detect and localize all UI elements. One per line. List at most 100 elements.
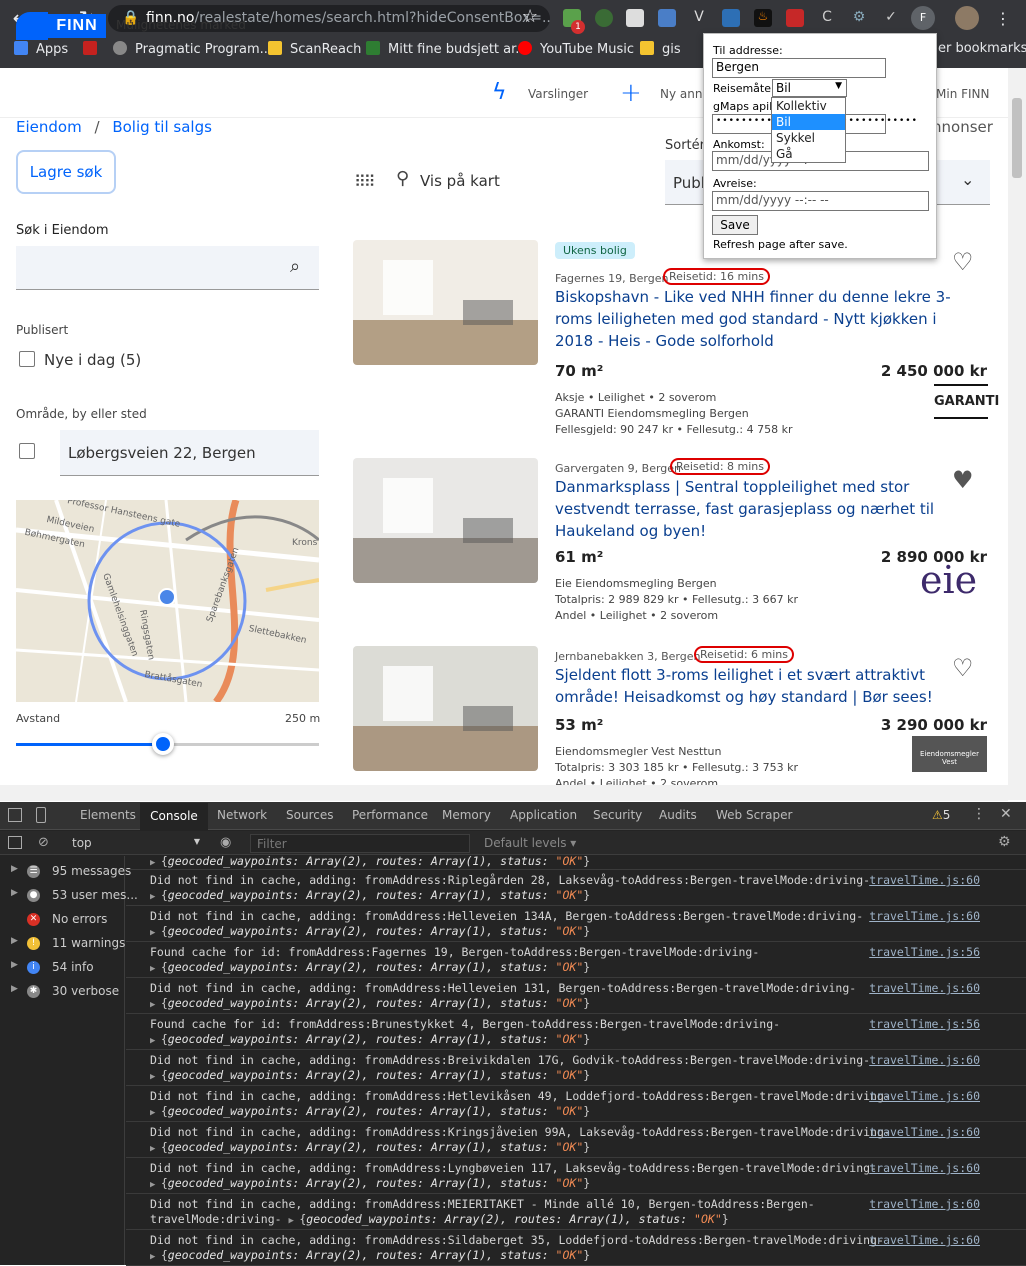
- more-icon[interactable]: ⋮: [972, 806, 986, 822]
- save-button[interactable]: Save: [712, 215, 758, 235]
- bookmark-apps[interactable]: Apps: [14, 41, 68, 57]
- finn-logo[interactable]: FINN: [48, 14, 106, 38]
- log-source-link[interactable]: travelTime.js:60: [869, 909, 980, 924]
- bookmark-item[interactable]: ScanReach: [268, 41, 361, 57]
- finn-logo-mark[interactable]: [16, 12, 48, 40]
- inspect-icon[interactable]: [8, 808, 22, 822]
- breadcrumb-eiendom[interactable]: Eiendom: [16, 118, 82, 136]
- area-checkbox[interactable]: [19, 443, 35, 459]
- menu-icon[interactable]: ⋮: [990, 9, 1016, 28]
- ad-title[interactable]: Biskopshavn - Like ved NHH finner du den…: [555, 286, 975, 352]
- clear-console-icon[interactable]: ⊘: [38, 835, 49, 850]
- flame-extension-icon[interactable]: ♨: [754, 9, 772, 27]
- tab-performance[interactable]: Performance: [352, 808, 428, 822]
- search-input[interactable]: ⌕: [16, 246, 319, 290]
- css-extension-icon[interactable]: [626, 9, 644, 27]
- log-object[interactable]: ▶ {geocoded_waypoints: Array(2), routes:…: [150, 1032, 590, 1046]
- log-object[interactable]: ▶ {geocoded_waypoints: Array(2), routes:…: [150, 888, 590, 902]
- log-object[interactable]: ▶ {geocoded_waypoints: Array(2), routes:…: [150, 1248, 590, 1262]
- star-icon[interactable]: ☆: [522, 6, 538, 27]
- my-finn-link[interactable]: Min FINN: [936, 87, 990, 101]
- sidebar-filter-item[interactable]: ▶ ● 53 user mes...: [0, 884, 138, 908]
- tab-network[interactable]: Network: [217, 808, 267, 822]
- save-search-button[interactable]: Lagre søk: [16, 150, 116, 194]
- page-scrollbar[interactable]: [1008, 68, 1026, 800]
- ad-title[interactable]: Danmarksplass | Sentral toppleilighet me…: [555, 476, 975, 542]
- log-object[interactable]: ▶ {geocoded_waypoints: Array(2), routes:…: [289, 1212, 729, 1226]
- v-extension-icon[interactable]: V: [690, 9, 708, 27]
- sidebar-toggle-icon[interactable]: [8, 836, 22, 849]
- sidebar-filter-item[interactable]: ▶ i 54 info: [0, 956, 125, 980]
- warning-counter[interactable]: ⚠5: [932, 808, 950, 822]
- log-object[interactable]: ▶ {geocoded_waypoints: Array(2), routes:…: [150, 1140, 590, 1154]
- device-toggle-icon[interactable]: [36, 807, 46, 823]
- travel-mode-option[interactable]: Bil: [772, 114, 845, 130]
- sidebar-filter-item[interactable]: ▶ ☰ 95 messages: [0, 860, 131, 884]
- bookmark-item[interactable]: YouTube Music: [518, 41, 634, 57]
- tab-audits[interactable]: Audits: [659, 808, 697, 822]
- log-source-link[interactable]: travelTime.js:60: [869, 1125, 980, 1140]
- tab-application[interactable]: Application: [510, 808, 577, 822]
- grid-view-icon[interactable]: ⠿⠿: [354, 172, 375, 191]
- tool-extension-icon[interactable]: [658, 9, 676, 27]
- bookmark-item[interactable]: gis: [640, 41, 681, 57]
- levels-select[interactable]: Default levels ▾: [484, 836, 576, 850]
- profile-avatar[interactable]: F: [911, 6, 935, 30]
- log-source-link[interactable]: travelTime.js:60: [869, 1161, 980, 1176]
- log-object[interactable]: ▶ {geocoded_waypoints: Array(2), routes:…: [150, 960, 590, 974]
- tab-sources[interactable]: Sources: [286, 808, 333, 822]
- tab-elements[interactable]: Elements: [80, 808, 136, 822]
- area-map[interactable]: Mildeveien Professor Hansteens gate Bøhm…: [16, 500, 319, 702]
- log-object[interactable]: ▶ {geocoded_waypoints: Array(2), routes:…: [150, 1068, 590, 1082]
- extension-icon[interactable]: [722, 9, 740, 27]
- c-extension-icon[interactable]: C: [818, 9, 836, 27]
- log-object[interactable]: ▶ {geocoded_waypoints: Array(2), routes:…: [150, 996, 590, 1010]
- log-source-link[interactable]: travelTime.js:60: [869, 873, 980, 888]
- account-avatar[interactable]: [955, 6, 979, 30]
- sidebar-filter-item[interactable]: ▶ ✱ 30 verbose: [0, 980, 125, 1004]
- log-object[interactable]: ▶ {geocoded_waypoints: Array(2), routes:…: [150, 854, 590, 868]
- scrollbar-thumb[interactable]: [1012, 98, 1022, 178]
- gear-extension-icon[interactable]: ⚙: [850, 9, 868, 27]
- bookmark-item[interactable]: [83, 41, 105, 57]
- check-extension-icon[interactable]: ✓: [882, 9, 900, 27]
- breadcrumb-bolig[interactable]: Bolig til salgs: [112, 118, 212, 136]
- horizontal-scrollbar[interactable]: [0, 785, 1008, 801]
- ad-image[interactable]: [353, 240, 538, 365]
- travel-mode-option[interactable]: Sykkel: [772, 130, 845, 146]
- other-bookmarks[interactable]: er bookmarks: [938, 41, 1026, 56]
- ad-title[interactable]: Sjeldent flott 3-roms leilighet i et svæ…: [555, 664, 975, 708]
- log-object[interactable]: ▶ {geocoded_waypoints: Array(2), routes:…: [150, 924, 590, 938]
- favorite-heart-icon[interactable]: ♡: [952, 248, 974, 276]
- log-source-link[interactable]: travelTime.js:60: [869, 1053, 980, 1068]
- sidebar-filter-item[interactable]: ▶ ! 11 warnings: [0, 932, 125, 956]
- new-today-checkbox[interactable]: [19, 351, 35, 367]
- favorite-heart-icon[interactable]: ♡: [952, 654, 974, 682]
- sidebar-filter-item[interactable]: ✕ No errors: [0, 908, 125, 932]
- ad-image[interactable]: [353, 646, 538, 771]
- travel-mode-option[interactable]: Gå: [772, 146, 845, 162]
- gear-icon[interactable]: ⚙: [998, 834, 1011, 850]
- context-select[interactable]: top ▼: [66, 836, 202, 852]
- travel-mode-select[interactable]: Bil ▼: [772, 79, 847, 97]
- ad-image[interactable]: [353, 458, 538, 583]
- favorite-heart-icon[interactable]: ♥: [952, 466, 974, 494]
- to-address-input[interactable]: Bergen: [712, 58, 886, 78]
- notifications-link[interactable]: Varslinger: [528, 87, 588, 101]
- distance-slider-handle[interactable]: [152, 733, 174, 755]
- log-source-link[interactable]: travelTime.js:60: [869, 1089, 980, 1104]
- tab-security[interactable]: Security: [593, 808, 642, 822]
- log-object[interactable]: ▶ {geocoded_waypoints: Array(2), routes:…: [150, 1176, 590, 1190]
- eye-icon[interactable]: ◉: [220, 835, 231, 850]
- filter-input[interactable]: Filter: [250, 834, 470, 853]
- log-source-link[interactable]: travelTime.js:60: [869, 1233, 980, 1248]
- tab-memory[interactable]: Memory: [442, 808, 491, 822]
- close-icon[interactable]: ✕: [1000, 806, 1012, 822]
- tab-web-scraper[interactable]: Web Scraper: [716, 808, 792, 822]
- travel-mode-option[interactable]: Kollektiv: [772, 98, 845, 114]
- bookmark-item[interactable]: Mitt fine budsjett ar...: [366, 41, 528, 57]
- log-source-link[interactable]: travelTime.js:56: [869, 945, 980, 960]
- extension-icon[interactable]: [786, 9, 804, 27]
- log-source-link[interactable]: travelTime.js:60: [869, 1197, 980, 1212]
- log-object[interactable]: ▶ {geocoded_waypoints: Array(2), routes:…: [150, 1104, 590, 1118]
